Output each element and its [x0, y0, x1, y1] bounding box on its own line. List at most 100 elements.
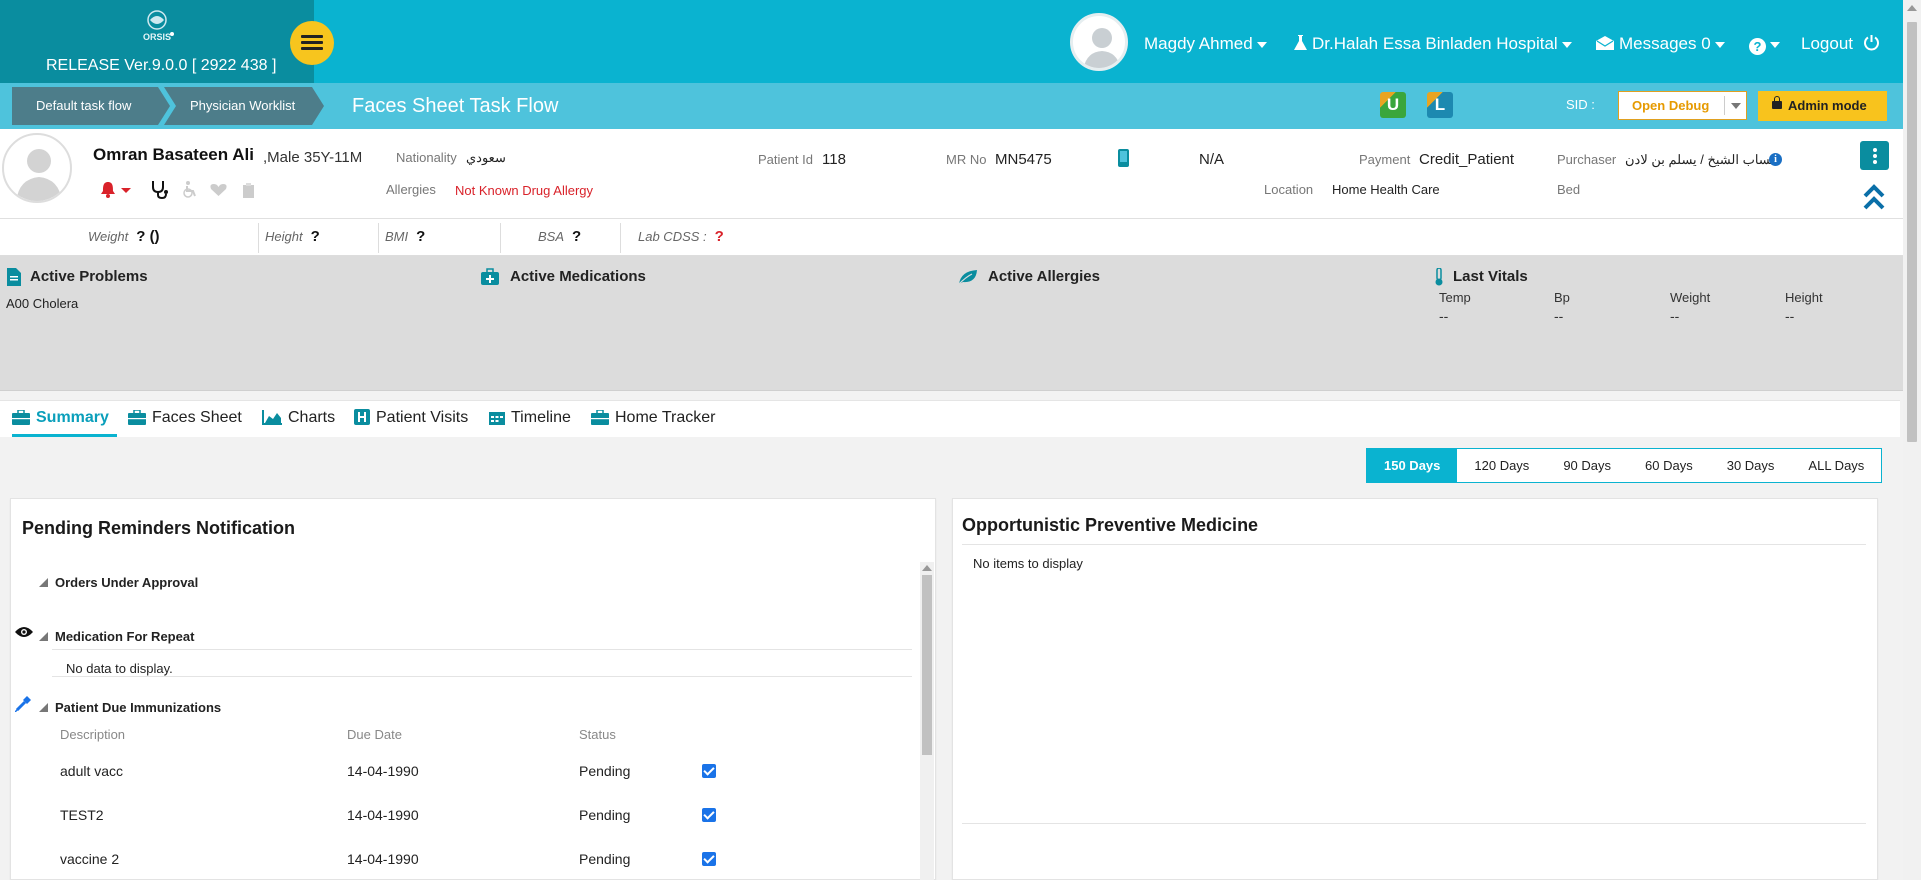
- tab-summary[interactable]: Summary: [12, 409, 117, 437]
- sid-label: SID :: [1566, 97, 1595, 112]
- column-header-status: Status: [579, 727, 616, 742]
- heart-hands-icon: [210, 184, 227, 196]
- days-option-90[interactable]: 90 Days: [1546, 449, 1628, 482]
- logout-button[interactable]: Logout: [1801, 34, 1880, 54]
- reminders-scrollbar-thumb[interactable]: [922, 575, 932, 755]
- height-metric[interactable]: Height?: [265, 219, 320, 256]
- user-menu[interactable]: Magdy Ahmed: [1144, 34, 1267, 54]
- vital-height-value: --: [1785, 308, 1795, 324]
- wheelchair-icon: [183, 181, 196, 198]
- tab-charts[interactable]: Charts: [262, 409, 335, 437]
- tab-home-tracker[interactable]: Home Tracker: [591, 409, 715, 437]
- messages-menu[interactable]: Messages 0: [1596, 34, 1725, 54]
- active-medications-title: Active Medications: [510, 268, 646, 285]
- mr-no-value: MN5475: [995, 151, 1052, 168]
- days-option-30[interactable]: 30 Days: [1710, 449, 1792, 482]
- allergies-value: Not Known Drug Allergy: [455, 183, 594, 198]
- days-option-60[interactable]: 60 Days: [1628, 449, 1710, 482]
- purchaser-value: حساب الشيخ / يسلم بن لادن: [1625, 152, 1779, 167]
- page-scrollbar[interactable]: [1903, 0, 1921, 880]
- no-data-message: No data to display.: [66, 661, 173, 676]
- alert-bell-icon[interactable]: [100, 181, 136, 199]
- vital-weight-value: --: [1670, 308, 1680, 324]
- payment-value: Credit_Patient: [1419, 151, 1515, 168]
- hospital-name: Dr.Halah Essa Binladen Hospital: [1312, 34, 1558, 53]
- mobile-phone-icon: [1118, 149, 1129, 167]
- weight-metric[interactable]: Weight? (): [88, 219, 160, 256]
- briefcase-icon: [591, 410, 609, 425]
- scroll-up-arrow-icon[interactable]: [1907, 5, 1917, 11]
- more-options-button[interactable]: [1860, 141, 1889, 170]
- hospital-menu[interactable]: Dr.Halah Essa Binladen Hospital: [1294, 34, 1572, 54]
- vital-bp-label: Bp: [1554, 290, 1570, 305]
- info-icon[interactable]: i: [1769, 153, 1782, 166]
- eye-icon[interactable]: [15, 626, 33, 638]
- tab-timeline[interactable]: Timeline: [489, 409, 571, 437]
- document-icon: [7, 268, 21, 286]
- immunization-checkbox[interactable]: [702, 808, 716, 822]
- vital-bp-value: --: [1554, 308, 1564, 324]
- u-app-icon[interactable]: U: [1380, 92, 1406, 118]
- medication-for-repeat-header[interactable]: Medication For Repeat: [38, 629, 194, 644]
- brand-area: ORSIS RELEASE Ver.9.0.0 [ 2922 438 ]: [0, 0, 314, 83]
- weight-value: ? (): [136, 228, 160, 245]
- hamburger-menu-button[interactable]: [290, 21, 334, 65]
- help-menu[interactable]: ?: [1749, 34, 1780, 55]
- syringe-icon[interactable]: [15, 695, 32, 712]
- active-problem-item[interactable]: A00 Cholera: [6, 296, 78, 311]
- last-vitals-title: Last Vitals: [1453, 268, 1528, 285]
- vital-weight-label: Weight: [1670, 290, 1711, 305]
- bsa-metric[interactable]: BSA?: [538, 219, 581, 256]
- admin-mode-button[interactable]: Admin mode: [1758, 91, 1887, 121]
- l-app-icon[interactable]: L: [1427, 92, 1453, 118]
- breadcrumb-default-task-flow[interactable]: Default task flow: [12, 87, 170, 125]
- admin-mode-label: Admin mode: [1788, 98, 1867, 113]
- chevron-down-icon: [1561, 41, 1572, 48]
- patient-name[interactable]: Omran Basateen Ali: [93, 145, 254, 165]
- immunization-checkbox[interactable]: [702, 764, 716, 778]
- bsa-value: ?: [572, 228, 582, 245]
- user-silhouette-icon: [16, 149, 62, 201]
- tab-patient-visits[interactable]: Patient Visits: [354, 409, 468, 437]
- vital-temp-label: Temp: [1439, 290, 1471, 305]
- height-value: ?: [310, 228, 320, 245]
- collapse-chevrons-icon[interactable]: [1862, 183, 1886, 211]
- pending-reminders-title: Pending Reminders Notification: [22, 518, 296, 538]
- days-option-150[interactable]: 150 Days: [1367, 449, 1458, 482]
- leaf-icon: [958, 270, 977, 285]
- page-scrollbar-thumb[interactable]: [1907, 22, 1917, 442]
- calendar-icon: [489, 412, 505, 425]
- user-name: Magdy Ahmed: [1144, 34, 1253, 53]
- user-avatar[interactable]: [1070, 13, 1128, 71]
- bmi-value: ?: [416, 228, 426, 245]
- main-tabs: Summary Faces Sheet Charts Patient Visit…: [0, 400, 1900, 437]
- immunization-description: adult vacc: [60, 763, 124, 779]
- orsis-logo: ORSIS: [143, 10, 174, 42]
- pending-reminders-card: [10, 498, 936, 880]
- lab-cdss-metric[interactable]: Lab CDSS :?: [638, 219, 724, 256]
- days-option-120[interactable]: 120 Days: [1457, 449, 1546, 482]
- logout-label: Logout: [1801, 34, 1853, 53]
- breadcrumb-physician-worklist[interactable]: Physician Worklist: [164, 87, 324, 125]
- nationality-label: Nationality: [396, 150, 457, 165]
- page-title: Faces Sheet Task Flow: [352, 95, 559, 117]
- thermometer-icon: [1435, 268, 1443, 286]
- stethoscope-icon[interactable]: [150, 180, 170, 199]
- envelope-icon: [1596, 36, 1614, 50]
- task-flow-bar: Default task flow Physician Worklist Fac…: [0, 83, 1903, 129]
- patient-due-immunizations-header[interactable]: Patient Due Immunizations: [38, 700, 221, 715]
- immunization-checkbox[interactable]: [702, 852, 716, 866]
- scroll-up-arrow-icon[interactable]: [922, 565, 932, 571]
- days-option-all[interactable]: ALL Days: [1791, 449, 1881, 482]
- debug-select[interactable]: Open Debug: [1618, 91, 1747, 120]
- divider: [378, 223, 379, 253]
- tab-faces-sheet[interactable]: Faces Sheet: [128, 409, 242, 437]
- svg-text:ORSIS: ORSIS: [143, 32, 171, 42]
- mr-no-label: MR No: [946, 152, 987, 167]
- nationality-value: سعودي: [466, 150, 506, 165]
- power-icon: [1863, 35, 1879, 51]
- immunization-status: Pending: [579, 763, 631, 779]
- orders-under-approval-header[interactable]: Orders Under Approval: [38, 575, 198, 590]
- bmi-metric[interactable]: BMI?: [385, 219, 425, 256]
- question-circle-icon: ?: [1749, 38, 1766, 55]
